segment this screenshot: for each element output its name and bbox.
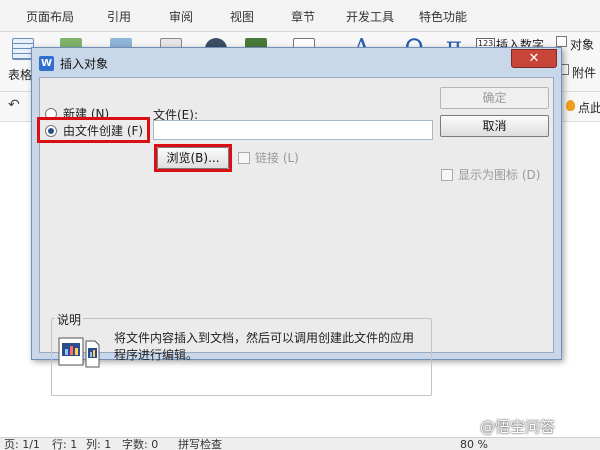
close-button[interactable]: ✕ [511,49,557,68]
watermark-text: @悟空问答 [480,418,556,436]
wps-writer-icon: W [39,56,54,71]
display-as-icon-checkbox[interactable] [441,169,453,181]
tab-special-features[interactable]: 特色功能 [419,8,467,25]
status-row: 行: 1 [52,438,78,450]
cancel-button[interactable]: 取消 [440,115,549,137]
status-page: 页: 1/1 [4,438,40,450]
ribbon-tab-bar: 页面布局 引用 审阅 视图 章节 开发工具 特色功能 [0,0,600,32]
tab-review[interactable]: 审阅 [169,8,193,25]
red-highlight-box [154,144,232,172]
table-button-label[interactable]: 表格 [8,66,32,83]
description-text: 将文件内容插入到文档，然后可以调用创建此文件的应用程序进行编辑。 [114,331,415,362]
tab-references[interactable]: 引用 [107,8,131,25]
link-checkbox-row[interactable]: 链接 (L) [238,149,299,166]
object-button[interactable]: 对象 [570,36,594,53]
attachment-button[interactable]: 附件 [572,64,596,81]
description-title: 说明 [55,311,84,328]
status-word-count: 字数: 0 [122,438,159,450]
tab-page-layout[interactable]: 页面布局 [26,8,74,25]
status-col: 列: 1 [86,438,112,450]
link-checkbox-label: 链接 (L) [255,151,299,165]
file-path-input[interactable] [153,120,433,140]
object-icon [556,36,567,47]
tab-section[interactable]: 章节 [291,8,315,25]
tab-view[interactable]: 视图 [230,8,254,25]
dialog-title: 插入对象 [60,57,109,71]
red-highlight-box [37,117,150,143]
dialog-title-bar[interactable]: W 插入对象 ✕ [32,48,561,77]
insert-file-icon [58,335,100,369]
tab-developer-tools[interactable]: 开发工具 [346,8,394,25]
display-as-icon-label: 显示为图标 (D) [458,168,541,182]
close-icon: ✕ [528,51,540,66]
click-here-link[interactable]: 点此 [578,99,600,116]
link-checkbox[interactable] [238,152,250,164]
undo-icon[interactable]: ↶ [8,97,20,113]
ok-button[interactable]: 确定 [440,87,549,109]
status-spellcheck[interactable]: 拼写检查 [178,438,222,450]
insert-object-dialog: W 插入对象 ✕ 新建 (N) 由文件创建 (F) 文件(E): 浏览(B)..… [31,47,562,396]
dialog-content: 新建 (N) 由文件创建 (F) 文件(E): 浏览(B)... 链接 (L) … [37,77,554,396]
watermark: @悟空问答 [480,416,555,440]
lightbulb-icon [566,100,575,111]
display-as-icon-row[interactable]: 显示为图标 (D) [441,166,540,183]
